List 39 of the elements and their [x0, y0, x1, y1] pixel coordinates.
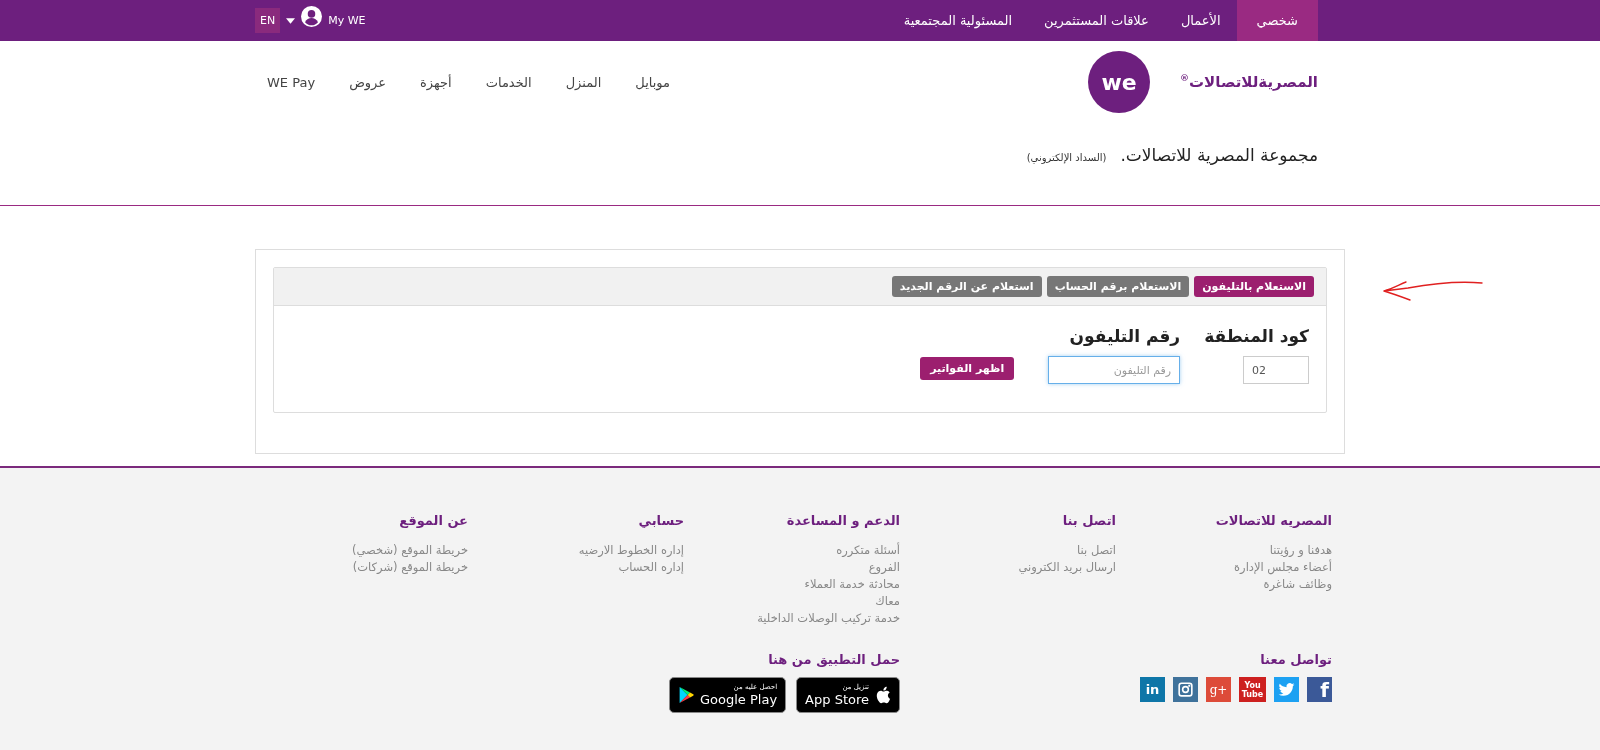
show-bills-button[interactable]: اظهر الفواتير	[920, 357, 1015, 380]
footer-heading: الدعم و المساعدة	[786, 513, 900, 528]
page-subtitle: (السداد الإلكتروني)	[1026, 152, 1107, 163]
youtube-icon[interactable]: You Tube	[1239, 677, 1266, 702]
inquiry-tab[interactable]: الاستعلام برقم الحساب	[1046, 276, 1190, 297]
user-icon[interactable]	[301, 6, 323, 27]
top-nav-link[interactable]: المسئولية المجتمعية	[887, 0, 1029, 41]
top-nav-link[interactable]: علاقات المستثمرين	[1028, 0, 1165, 41]
instagram-icon[interactable]	[1173, 677, 1198, 702]
logo-badge[interactable]: we	[1088, 51, 1150, 113]
facebook-icon[interactable]: f	[1307, 677, 1332, 702]
main-nav-link[interactable]: أجهزة	[420, 74, 452, 90]
field-label: رقم التليفون	[1068, 326, 1181, 346]
twitter-icon[interactable]	[1274, 677, 1299, 702]
linkedin-icon[interactable]: in	[1140, 677, 1165, 702]
logo-text[interactable]: المصريةللاتصالات$^{®}$	[1180, 73, 1318, 91]
footer-heading: اتصل بنا	[1062, 513, 1116, 528]
field-label: كود المنطقة	[1204, 326, 1309, 346]
input-field[interactable]: رقم التليفون	[1048, 356, 1181, 384]
inquiry-tab[interactable]: الاستعلام بالتليفون	[1194, 276, 1314, 297]
main-nav-link[interactable]: موبايل	[635, 74, 670, 90]
main-nav-link[interactable]: المنزل	[565, 74, 602, 90]
google-plus-icon[interactable]: g+	[1206, 677, 1231, 702]
caret-icon[interactable]	[286, 17, 296, 24]
footer-heading: عن الموقع	[399, 513, 468, 528]
footer-heading: حسابي	[638, 513, 684, 528]
footer-heading: تواصل معنا	[1260, 652, 1332, 667]
page-title: مجموعة المصرية للاتصالات.	[1120, 145, 1318, 165]
top-nav-link[interactable]: الأعمال	[1164, 0, 1237, 41]
footer-heading: المصريه للاتصالات	[1215, 513, 1332, 528]
footer-heading: حمل التطبيق من هنا	[768, 652, 900, 667]
main-nav-link[interactable]: عروض	[349, 74, 387, 90]
inquiry-tab[interactable]: استعلام عن الرقم الجديد	[891, 276, 1042, 297]
main-nav-link[interactable]: WE Pay	[267, 74, 316, 90]
my-we-link[interactable]: My WE	[328, 14, 366, 27]
input-field[interactable]: 02	[1243, 356, 1309, 384]
top-nav-link[interactable]: شخصي	[1236, 0, 1318, 41]
main-nav-link[interactable]: الخدمات	[485, 74, 532, 90]
language-button[interactable]: EN	[255, 8, 281, 33]
